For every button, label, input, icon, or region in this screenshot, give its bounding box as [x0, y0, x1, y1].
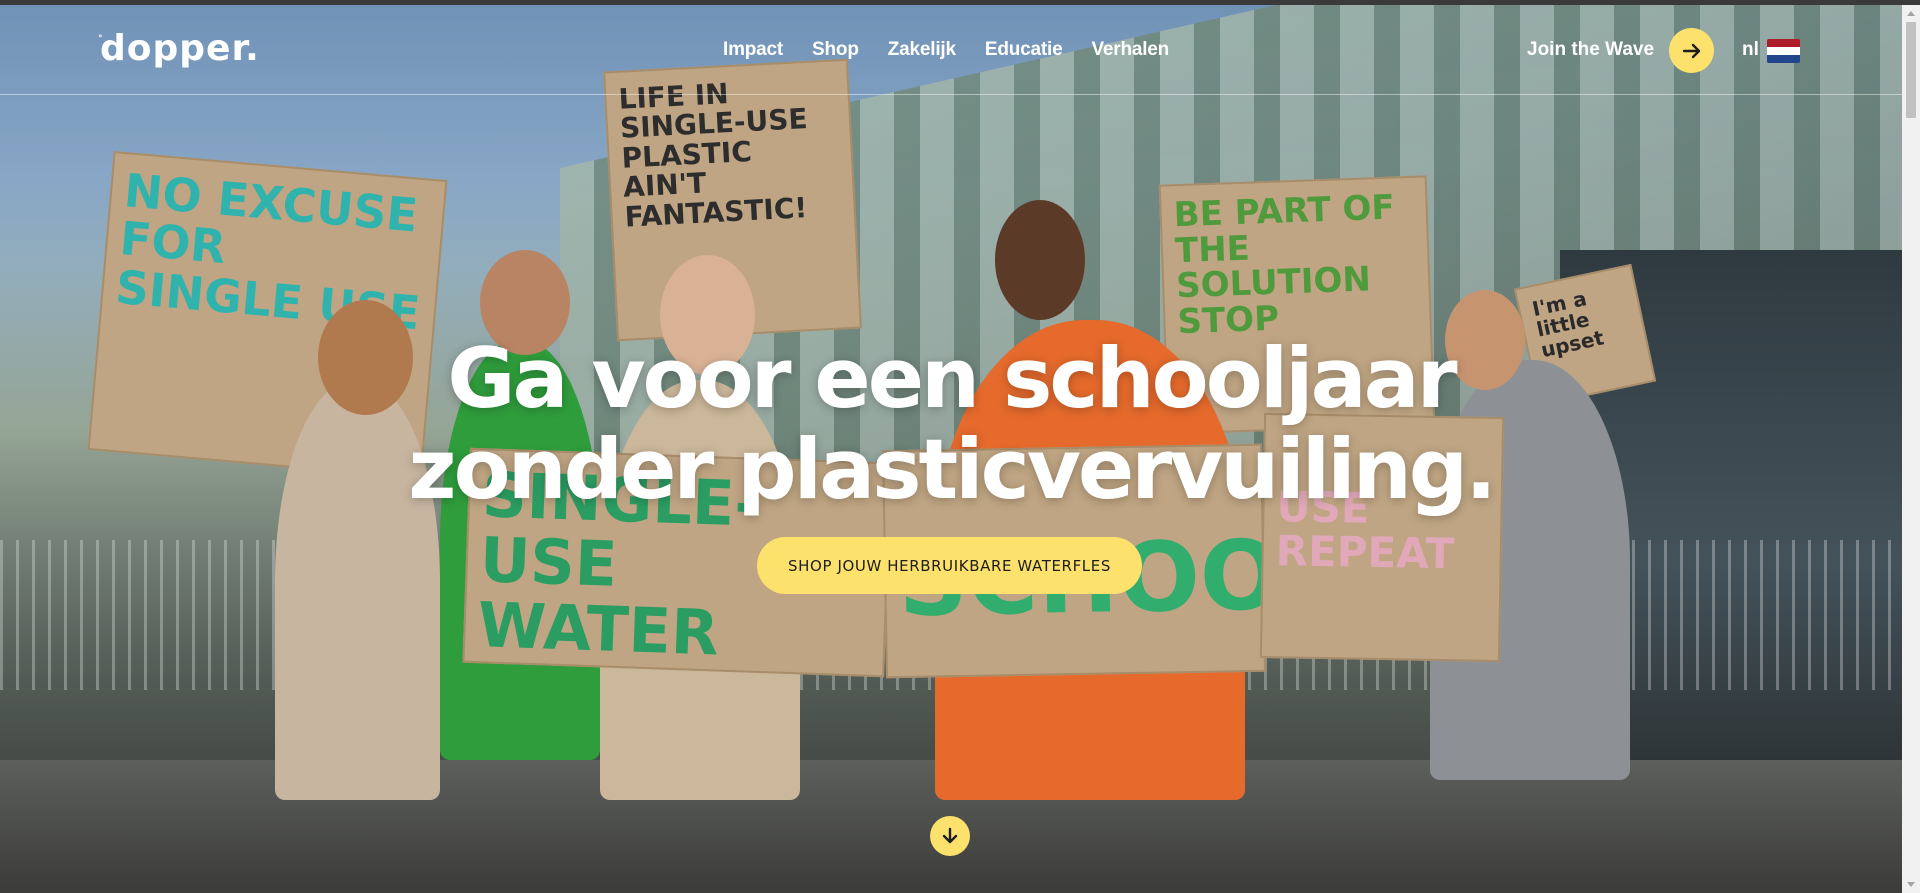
- hero-headline-line-1: Ga voor een schooljaar: [447, 330, 1457, 427]
- logo-trademark: °: [98, 34, 104, 44]
- scrollbar-thumb[interactable]: [1906, 22, 1916, 118]
- shop-water-bottle-button[interactable]: SHOP JOUW HERBRUIKBARE WATERFLES: [757, 537, 1142, 594]
- nav-item-zakelijk[interactable]: Zakelijk: [888, 39, 956, 61]
- language-selector[interactable]: nl: [1742, 39, 1759, 61]
- netherlands-flag-icon[interactable]: [1767, 39, 1800, 63]
- main-nav: Impact Shop Zakelijk Educatie Verhalen: [723, 39, 1169, 61]
- person-orange-head: [995, 200, 1085, 320]
- arrow-right-icon: [1682, 43, 1700, 58]
- nav-item-impact[interactable]: Impact: [723, 39, 783, 61]
- scroll-down-arrow-icon[interactable]: [1907, 882, 1915, 887]
- nav-item-shop[interactable]: Shop: [812, 39, 859, 61]
- arrow-down-icon: [942, 827, 958, 844]
- join-the-wave-link[interactable]: Join the Wave: [1527, 39, 1654, 61]
- scroll-down-button[interactable]: [930, 816, 970, 856]
- nav-item-educatie[interactable]: Educatie: [985, 39, 1063, 61]
- scroll-up-arrow-icon[interactable]: [1907, 11, 1915, 16]
- sign-text: LIFE IN SINGLE-USE PLASTIC AIN'T FANTAST…: [617, 77, 809, 234]
- browser-top-strip: [0, 0, 1920, 5]
- hero-headline-line-2: zonder plasticvervuiling.: [408, 421, 1496, 518]
- page-scrollbar[interactable]: [1902, 5, 1920, 893]
- site-header: ° dopper. Impact Shop Zakelijk Educatie …: [0, 5, 1902, 95]
- hero-headline: Ga voor een schooljaar zonder plasticver…: [0, 333, 1902, 515]
- logo-text: dopper.: [100, 28, 260, 69]
- sign-text: BE PART OF THE SOLUTION STOP: [1173, 187, 1396, 343]
- dopper-logo[interactable]: ° dopper.: [98, 28, 260, 69]
- hero-section: NO EXCUSE FOR SINGLE USE LIFE IN SINGLE-…: [0, 0, 1902, 893]
- nav-item-verhalen[interactable]: Verhalen: [1091, 39, 1169, 61]
- join-the-wave-button[interactable]: [1669, 28, 1714, 73]
